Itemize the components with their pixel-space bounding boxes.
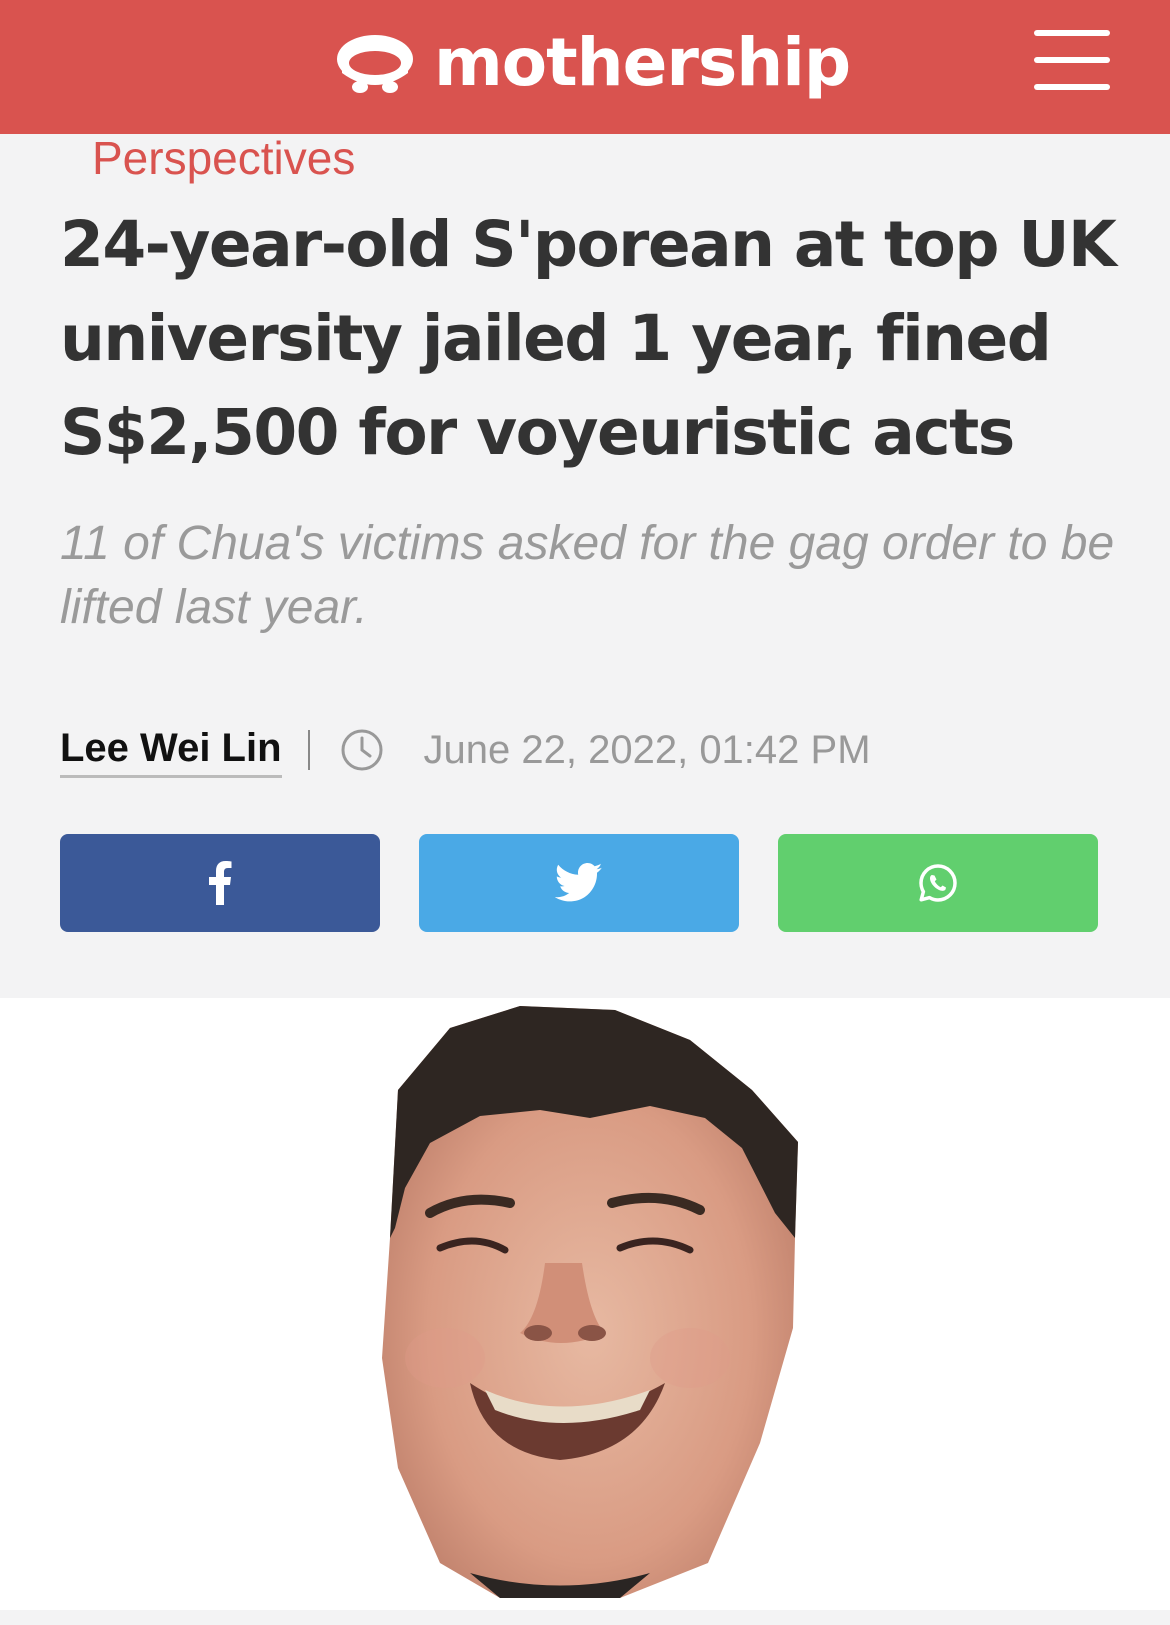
share-twitter-button[interactable] — [419, 834, 739, 932]
article-category[interactable]: Perspectives — [92, 130, 355, 186]
meta-divider — [307, 730, 310, 770]
author-link[interactable]: Lee Wei Lin — [60, 723, 282, 778]
article-meta: Lee Wei Lin June 22, 2022, 01:42 PM — [60, 720, 871, 780]
hamburger-menu-icon[interactable] — [1034, 30, 1110, 90]
top-navigation-bar: mothership — [0, 0, 1170, 134]
clock-icon — [341, 729, 383, 771]
facebook-icon — [209, 861, 232, 905]
share-whatsapp-button[interactable] — [778, 834, 1098, 932]
article-headline: 24-year-old S'porean at top UK universit… — [60, 208, 1117, 469]
article-hero-image — [0, 998, 1170, 1610]
article-subtitle: 11 of Chua's victims asked for the gag o… — [60, 517, 1115, 634]
cutout-face-photo — [382, 1006, 798, 1598]
twitter-icon — [555, 863, 603, 902]
bottom-divider — [0, 1610, 1170, 1625]
ufo-logo-icon — [337, 35, 413, 93]
whatsapp-icon — [919, 864, 957, 902]
site-logo[interactable]: mothership — [330, 18, 851, 108]
brand-name: mothership — [434, 24, 851, 101]
publish-timestamp: June 22, 2022, 01:42 PM — [423, 727, 871, 772]
share-facebook-button[interactable] — [60, 834, 380, 932]
